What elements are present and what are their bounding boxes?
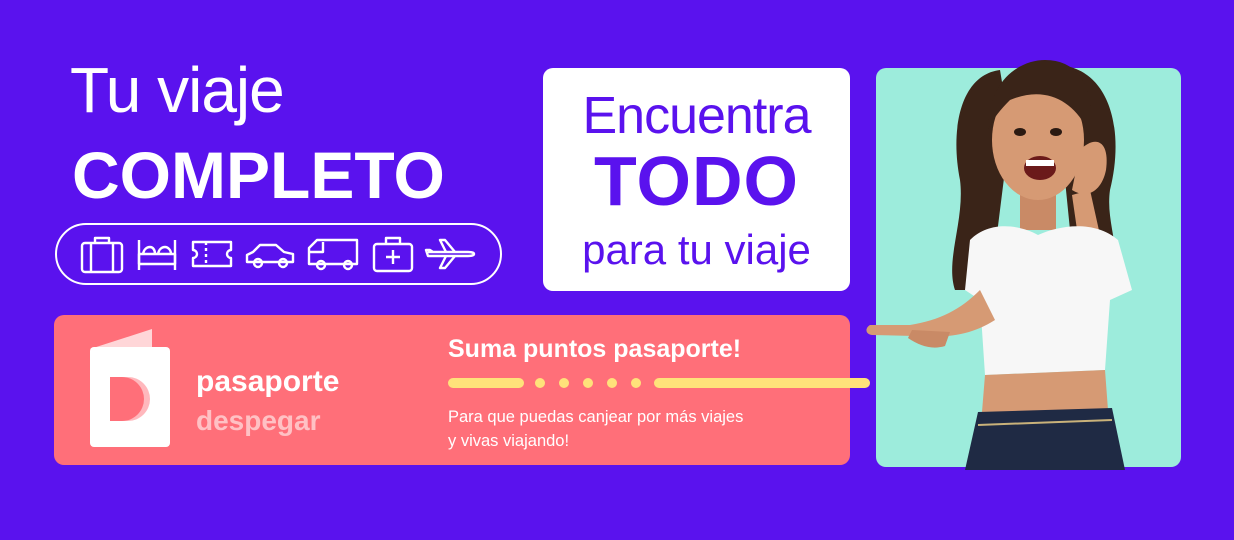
card-line-para-tu-viaje: para tu viaje (582, 226, 811, 273)
suitcase-icon (79, 234, 125, 274)
pasaporte-description: Para que puedas canjear por más viajes y… (448, 405, 828, 453)
travel-services-pill (55, 223, 502, 285)
brand-sub: despegar (196, 405, 321, 436)
car-icon (244, 234, 296, 274)
card-line-todo: TODO (594, 142, 799, 220)
suma-puntos-title: Suma puntos pasaporte! (448, 335, 742, 363)
description-line1: Para que puedas canjear por más viajes (448, 408, 744, 426)
dotted-divider (448, 378, 870, 388)
van-icon (306, 234, 362, 274)
woman-pointing-image (866, 60, 1132, 470)
passport-book-icon (90, 329, 170, 447)
airplane-icon (424, 234, 478, 274)
ticket-icon (189, 234, 235, 274)
medical-kit-icon (371, 234, 415, 274)
headline-line1: Tu viaje (70, 54, 285, 126)
find-everything-card: Encuentra TODO para tu viaje (543, 68, 850, 291)
brand-name: pasaporte (196, 365, 340, 398)
description-line2: y vivas viajando! (448, 432, 570, 450)
headline-line2: COMPLETO (72, 138, 445, 212)
card-line-encuentra: Encuentra (582, 87, 811, 145)
bed-icon (134, 234, 180, 274)
pasaporte-card[interactable]: pasaporte despegar Suma puntos pasaporte… (54, 315, 870, 465)
